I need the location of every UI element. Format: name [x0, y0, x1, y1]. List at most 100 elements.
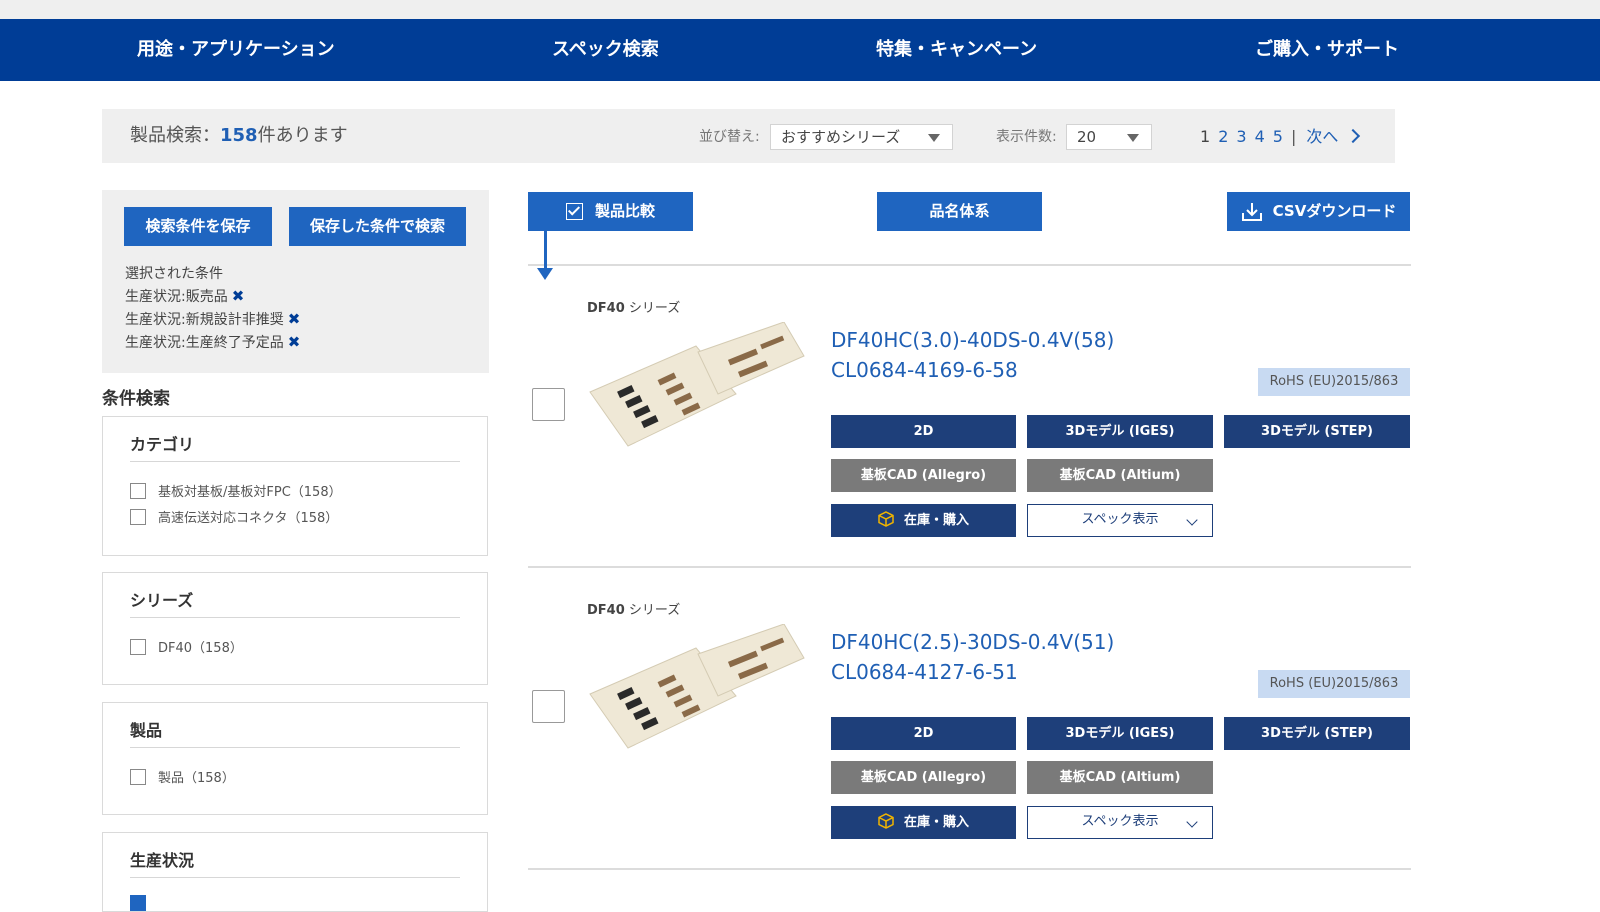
- 3d-iges-button[interactable]: 3Dモデル (IGES): [1027, 415, 1213, 448]
- per-page-select-value: 20: [1077, 128, 1097, 146]
- naming-system-button[interactable]: 品名体系: [877, 192, 1042, 231]
- page-4[interactable]: 4: [1255, 109, 1265, 165]
- save-search-button[interactable]: 検索条件を保存: [124, 207, 272, 246]
- series-label: DF40 シリーズ: [587, 297, 680, 316]
- spec-display-button[interactable]: スペック表示: [1027, 806, 1213, 839]
- filter-option-label: 基板対基板/基板対FPC（158）: [158, 485, 342, 500]
- product-compare-checkbox[interactable]: [532, 388, 565, 421]
- per-page-label: 表示件数:: [996, 129, 1057, 145]
- filter-option[interactable]: DF40（158）: [130, 637, 243, 656]
- cad-allegro-button[interactable]: 基板CAD (Allegro): [831, 459, 1016, 492]
- series-label: DF40 シリーズ: [587, 599, 680, 618]
- sort-select[interactable]: おすすめシリーズ: [770, 124, 953, 150]
- spec-display-button[interactable]: スペック表示: [1027, 504, 1213, 537]
- divider: [528, 566, 1411, 568]
- remove-condition-icon[interactable]: ✖: [288, 310, 301, 328]
- filter-group-production-status: 生産状況: [102, 832, 488, 912]
- filter-group-title: シリーズ: [130, 591, 194, 610]
- filter-option[interactable]: 高速伝送対応コネクタ（158）: [130, 507, 338, 526]
- filter-heading: 条件検索: [102, 389, 170, 409]
- 3d-step-button[interactable]: 3Dモデル (STEP): [1224, 717, 1410, 750]
- condition-text: 生産状況:販売品: [125, 289, 228, 305]
- checkbox[interactable]: [130, 768, 146, 785]
- stock-purchase-button[interactable]: 在庫・購入: [831, 806, 1016, 839]
- filter-option[interactable]: 基板対基板/基板対FPC（158）: [130, 481, 342, 500]
- spec-display-label: スペック表示: [1081, 814, 1159, 829]
- compare-arrow-icon: [544, 231, 547, 269]
- page-2[interactable]: 2: [1218, 109, 1228, 165]
- rohs-badge: RoHS (EU)2015/863: [1258, 670, 1410, 698]
- series-code: DF40: [587, 603, 625, 618]
- 3d-iges-button[interactable]: 3Dモデル (IGES): [1027, 717, 1213, 750]
- spec-display-label: スペック表示: [1081, 512, 1159, 527]
- stock-purchase-button[interactable]: 在庫・購入: [831, 504, 1016, 537]
- product-code: CL0684-4127-6-51: [831, 660, 1018, 684]
- pagination-separator: |: [1290, 127, 1297, 146]
- 2d-drawing-button[interactable]: 2D: [831, 717, 1016, 750]
- pagination: 1 2 3 4 5 | 次へ: [1200, 109, 1361, 165]
- nav-spec-search[interactable]: スペック検索: [552, 19, 659, 81]
- checkbox[interactable]: [130, 508, 146, 525]
- filter-option[interactable]: 製品（158）: [130, 767, 235, 786]
- result-suffix: 件あります: [257, 125, 348, 146]
- product-name-link[interactable]: DF40HC(3.0)-40DS-0.4V(58): [831, 328, 1114, 352]
- per-page-select[interactable]: 20: [1066, 124, 1152, 150]
- filter-group-title: 生産状況: [130, 851, 195, 870]
- condition-text: 生産状況:生産終了予定品: [125, 335, 284, 351]
- 3d-step-button[interactable]: 3Dモデル (STEP): [1224, 415, 1410, 448]
- divider: [130, 877, 460, 878]
- divider: [130, 461, 460, 462]
- product-name-link[interactable]: DF40HC(2.5)-30DS-0.4V(51): [831, 630, 1114, 654]
- filter-group-series: シリーズ DF40（158）: [102, 572, 488, 685]
- series-suffix: シリーズ: [624, 301, 681, 316]
- chevron-right-icon: [1346, 128, 1361, 144]
- selected-conditions-panel: 検索条件を保存 保存した条件で検索 選択された条件 生産状況:販売品 ✖ 生産状況…: [102, 190, 489, 373]
- results-bar: 製品検索：158件あります 並び替え: おすすめシリーズ 表示件数: 20 12…: [102, 109, 1395, 163]
- series-suffix: シリーズ: [624, 603, 681, 618]
- next-page-link[interactable]: 次へ: [1306, 109, 1361, 165]
- nav-features-campaigns[interactable]: 特集・キャンペーン: [876, 19, 1037, 81]
- selected-conditions-label: 選択された条件: [125, 266, 223, 282]
- saved-search-button[interactable]: 保存した条件で検索: [289, 207, 466, 246]
- sort-select-value: おすすめシリーズ: [781, 128, 901, 146]
- compare-label: 製品比較: [594, 202, 655, 220]
- stock-purchase-label: 在庫・購入: [903, 815, 969, 830]
- page-5[interactable]: 5: [1273, 109, 1283, 165]
- result-count: 158: [220, 125, 258, 146]
- divider: [528, 868, 1411, 870]
- checkbox[interactable]: [130, 482, 146, 499]
- filter-group-title: 製品: [130, 721, 163, 740]
- download-icon: [1241, 202, 1262, 221]
- divider: [130, 617, 460, 618]
- product-compare-checkbox[interactable]: [532, 690, 565, 723]
- per-page-caret-icon: [1127, 134, 1139, 142]
- remove-condition-icon[interactable]: ✖: [232, 287, 245, 305]
- divider: [528, 264, 1411, 266]
- next-page-label: 次へ: [1306, 127, 1339, 146]
- cad-altium-button[interactable]: 基板CAD (Altium): [1027, 459, 1213, 492]
- compare-arrow-head-icon: [537, 268, 553, 280]
- csv-download-button[interactable]: CSVダウンロード: [1227, 192, 1410, 231]
- result-count-text: 製品検索：158件あります: [130, 109, 348, 163]
- series-code: DF40: [587, 301, 625, 316]
- product-image[interactable]: [588, 624, 806, 752]
- checkbox[interactable]: [130, 638, 146, 655]
- filter-option-label: DF40（158）: [158, 641, 243, 656]
- page-3[interactable]: 3: [1236, 109, 1246, 165]
- filter-option-label: 製品（158）: [158, 771, 235, 786]
- product-image[interactable]: [588, 322, 806, 450]
- filter-group-title: カテゴリ: [130, 435, 195, 454]
- cad-allegro-button[interactable]: 基板CAD (Allegro): [831, 761, 1016, 794]
- main-navigation: 用途・アプリケーション スペック検索 特集・キャンペーン ご購入・サポート: [0, 19, 1600, 81]
- checkbox-checked[interactable]: [130, 895, 146, 911]
- compare-button[interactable]: 製品比較: [528, 192, 693, 231]
- nav-applications[interactable]: 用途・アプリケーション: [137, 19, 335, 81]
- selected-condition-item: 生産状況:新規設計非推奨 ✖: [125, 309, 300, 329]
- remove-condition-icon[interactable]: ✖: [288, 333, 301, 351]
- cad-altium-button[interactable]: 基板CAD (Altium): [1027, 761, 1213, 794]
- selected-condition-item: 生産状況:販売品 ✖: [125, 286, 244, 306]
- 2d-drawing-button[interactable]: 2D: [831, 415, 1016, 448]
- nav-purchase-support[interactable]: ご購入・サポート: [1255, 19, 1399, 81]
- condition-text: 生産状況:新規設計非推奨: [125, 312, 284, 328]
- check-icon: [565, 203, 583, 220]
